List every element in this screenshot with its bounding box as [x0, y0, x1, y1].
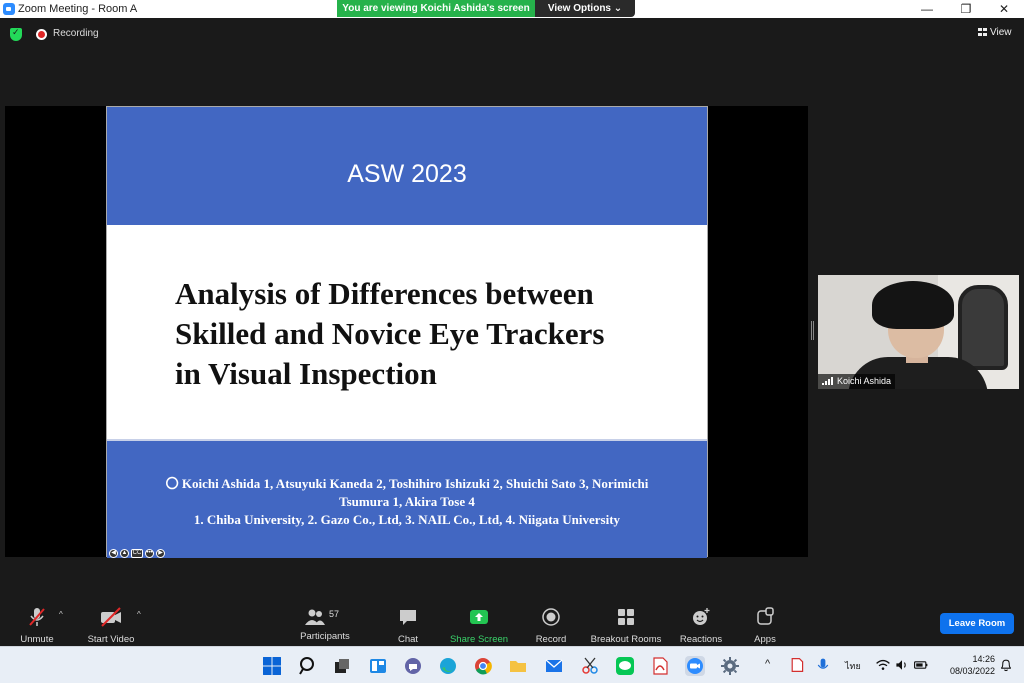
windows-taskbar: ^ ไทย 14:26 08/03/2022 [0, 646, 1024, 683]
record-icon [542, 608, 560, 626]
slide-header-band: ASW 2023 [107, 107, 707, 225]
recording-icon [36, 29, 47, 40]
slide-footer-band: 〇 Koichi Ashida 1, Atsuyuki Kaneda 2, To… [107, 439, 707, 558]
apps-icon [757, 607, 774, 625]
participants-count: 57 [329, 609, 340, 619]
participant-name-tag: Koichi Ashida [818, 374, 896, 389]
minimize-button[interactable]: — [912, 1, 942, 17]
reactions-icon [693, 608, 710, 625]
slide-title-line: Skilled and Novice Eye Trackers [175, 316, 605, 351]
notifications-icon[interactable] [998, 657, 1014, 673]
search-icon[interactable] [298, 656, 318, 676]
start-video-label: Start Video [87, 634, 135, 645]
share-screen-label: Share Screen [449, 634, 509, 645]
apps-label: Apps [754, 634, 776, 645]
tray-microphone-icon[interactable] [815, 657, 831, 673]
view-options-button[interactable]: View Options ⌄ [535, 0, 635, 17]
share-screen-icon [470, 610, 488, 624]
windows-start-icon[interactable] [262, 656, 282, 676]
tray-overflow-caret[interactable]: ^ [765, 658, 770, 670]
meeting-toolbar: Unmute ^ Start Video ^ 57 Participants C… [0, 602, 1024, 645]
video-chair [958, 285, 1008, 370]
slide-title-line: in Visual Inspection [175, 356, 437, 391]
connection-signal-icon [822, 377, 834, 385]
participants-button[interactable]: 57 Participants [296, 606, 354, 642]
settings-gear-icon[interactable] [720, 656, 740, 676]
slide-title: Analysis of Differences between Skilled … [175, 274, 675, 394]
mail-icon[interactable] [544, 656, 564, 676]
snipping-tool-icon[interactable] [580, 656, 600, 676]
task-view-icon[interactable] [332, 656, 352, 676]
close-button[interactable]: ✕ [989, 1, 1019, 17]
restore-button[interactable]: ❐ [951, 1, 981, 17]
video-person-hair [872, 281, 954, 329]
battery-icon[interactable] [913, 657, 929, 673]
zoom-app-icon [3, 3, 15, 15]
widgets-icon[interactable] [368, 656, 388, 676]
record-label: Record [535, 634, 567, 645]
start-video-button[interactable]: Start Video [84, 606, 138, 645]
slide-conference-name: ASW 2023 [347, 160, 467, 188]
more-options-icon[interactable]: ••• [145, 549, 154, 558]
participant-name: Koichi Ashida [837, 376, 892, 386]
unmute-label: Unmute [20, 634, 54, 645]
slide-title-line: Analysis of Differences between [175, 276, 594, 311]
video-options-caret[interactable]: ^ [137, 610, 141, 619]
slide-authors: 〇 Koichi Ashida 1, Atsuyuki Kaneda 2, To… [127, 475, 687, 529]
next-slide-icon[interactable]: ▶ [156, 549, 165, 558]
slide-controls: ◀ ▲ CC ••• ▶ [109, 549, 167, 559]
reactions-label: Reactions [679, 634, 723, 645]
affiliations-line: 1. Chiba University, 2. Gazo Co., Ltd, 3… [193, 512, 621, 527]
apps-button[interactable]: Apps [748, 606, 782, 645]
grid-view-icon [978, 28, 987, 36]
viewing-screen-banner: You are viewing Koichi Ashida's screen [337, 0, 535, 17]
clock-date: 08/03/2022 [949, 666, 995, 676]
panel-splitter-handle[interactable] [811, 321, 814, 340]
chrome-browser-icon[interactable] [473, 656, 493, 676]
pointer-icon[interactable]: ▲ [120, 549, 129, 558]
edge-browser-icon[interactable] [438, 656, 458, 676]
file-explorer-icon[interactable] [508, 656, 528, 676]
wifi-icon[interactable] [875, 657, 891, 673]
encryption-shield-icon[interactable] [10, 27, 22, 41]
reactions-button[interactable]: Reactions [678, 606, 724, 645]
clock-time: 14:26 [972, 654, 995, 664]
clock[interactable]: 14:26 08/03/2022 [935, 653, 995, 677]
chat-button[interactable]: Chat [392, 606, 424, 645]
participants-icon-group: 57 [302, 606, 348, 628]
record-button[interactable]: Record [532, 606, 570, 645]
zoom-taskbar-icon[interactable] [685, 656, 705, 676]
recording-label: Recording [53, 28, 99, 39]
video-off-icon [101, 607, 121, 627]
breakout-rooms-icon [618, 609, 634, 625]
breakout-rooms-label: Breakout Rooms [590, 634, 662, 645]
window-title: Zoom Meeting - Room A [18, 3, 138, 15]
audio-options-caret[interactable]: ^ [59, 610, 63, 619]
teams-chat-icon[interactable] [403, 656, 423, 676]
leave-room-button[interactable]: Leave Room [940, 613, 1014, 634]
input-language-indicator[interactable]: ไทย [845, 659, 861, 673]
authors-line: Tsumura 1, Akira Tose 4 [339, 494, 475, 509]
speaker-icon[interactable] [894, 657, 910, 673]
tray-pdf-icon[interactable] [789, 657, 805, 673]
previous-slide-icon[interactable]: ◀ [109, 549, 118, 558]
presentation-slide: ASW 2023 Analysis of Differences between… [106, 106, 708, 558]
captions-icon[interactable]: CC [131, 549, 143, 558]
chat-label: Chat [397, 634, 419, 645]
breakout-rooms-button[interactable]: Breakout Rooms [588, 606, 664, 645]
view-button[interactable]: View [974, 24, 1018, 42]
authors-line: 〇 Koichi Ashida 1, Atsuyuki Kaneda 2, To… [165, 476, 649, 491]
muted-microphone-icon [29, 608, 45, 626]
participants-label: Participants [300, 631, 350, 642]
line-app-icon[interactable] [615, 656, 635, 676]
pdf-reader-icon[interactable] [650, 656, 670, 676]
participant-video-tile[interactable]: Koichi Ashida [818, 275, 1019, 389]
chat-icon [400, 610, 416, 625]
unmute-button[interactable]: Unmute [14, 606, 60, 645]
share-screen-button[interactable]: Share Screen [448, 606, 510, 645]
participants-icon [305, 609, 325, 625]
view-label: View [990, 27, 1012, 38]
